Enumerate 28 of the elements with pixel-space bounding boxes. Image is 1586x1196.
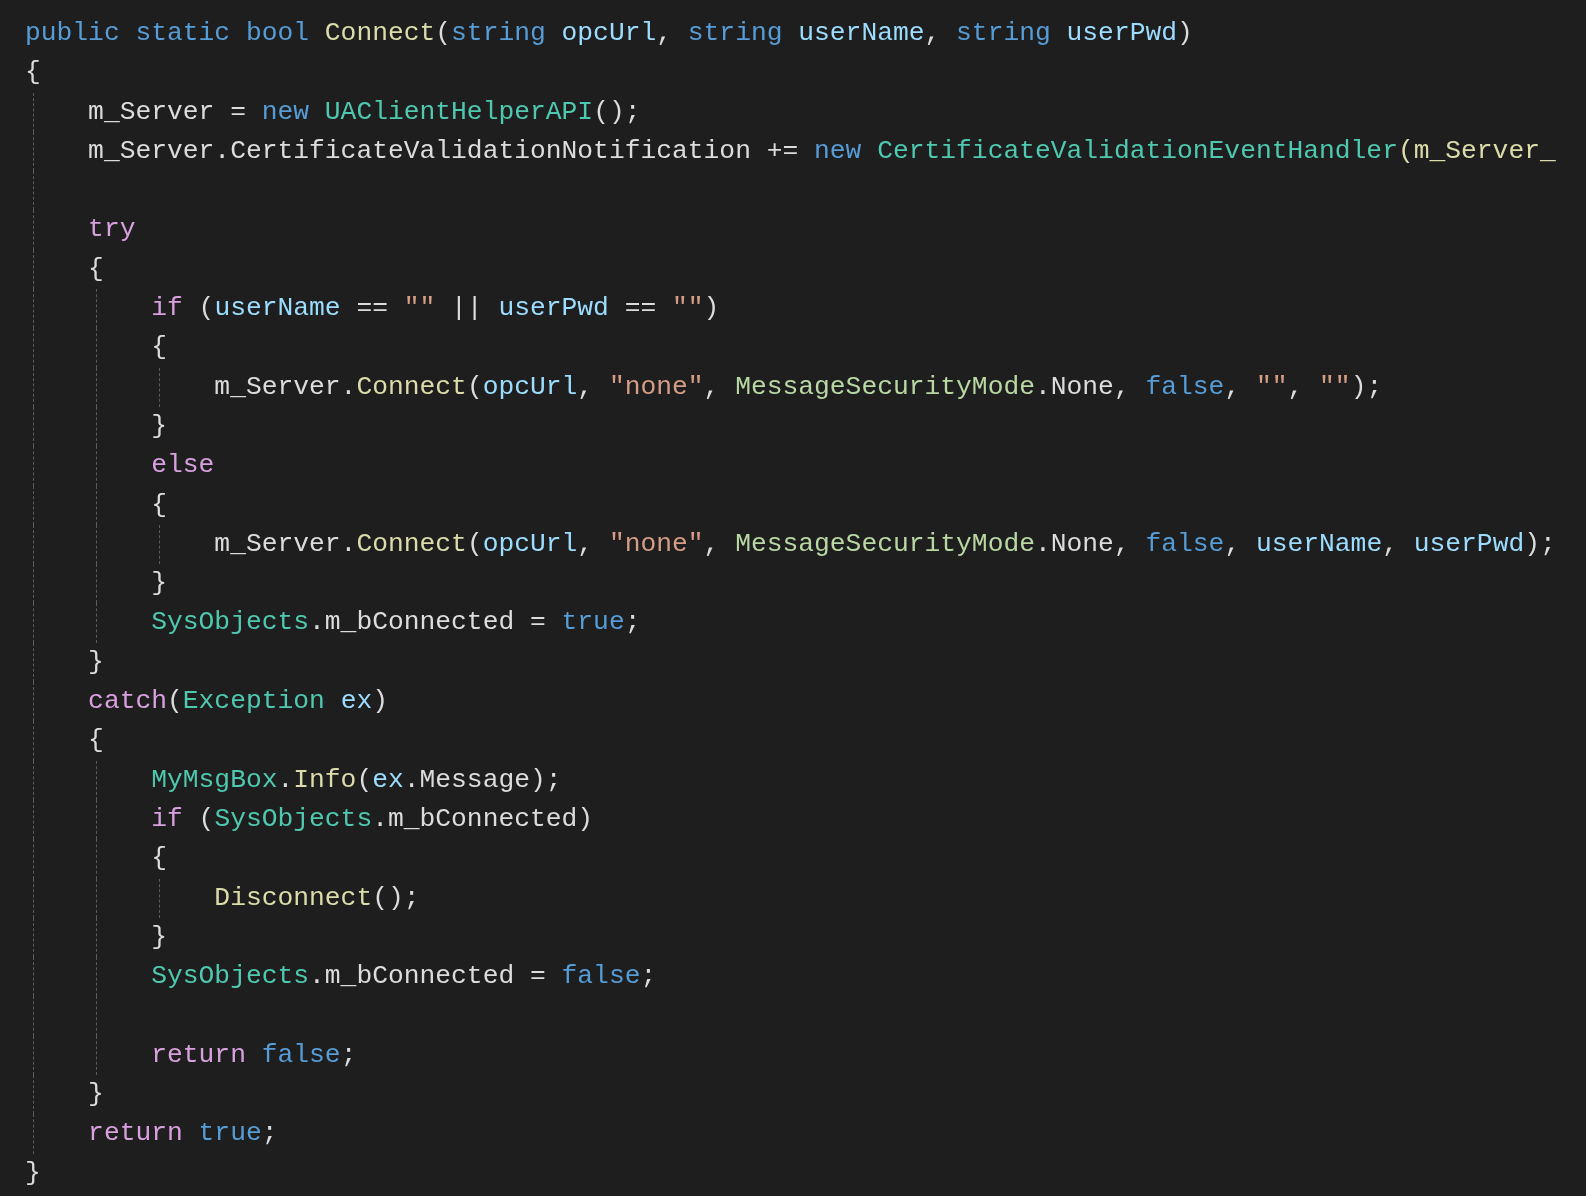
code-line: } [25,1157,41,1188]
code-line: else [150,450,215,481]
code-line: Disconnect(); [213,882,420,913]
code-line: } [150,410,168,441]
code-line: SysObjects.m_bConnected = false; [150,961,657,992]
code-line: try [87,214,136,245]
code-line: SysObjects.m_bConnected = true; [150,607,641,638]
code-line: { [87,253,104,284]
code-line: public static bool Connect(string opcUrl, string userName, string userPwd) [25,18,1193,48]
code-line: } [150,568,168,599]
code-line: MyMsgBox.Info(ex.Message); [150,764,562,795]
code-line: if (userName == "" || userPwd == "") [150,293,720,324]
code-line: return false; [150,1039,357,1070]
code-line: { [150,332,168,363]
code-line: { [25,57,41,88]
code-line: { [87,725,104,756]
code-line: { [150,843,168,874]
code-line: catch(Exception ex) [87,686,388,717]
code-line: } [87,646,104,677]
code-line: } [150,921,168,952]
code-line: m_Server.CertificateValidationNotification += new CertificateValidationEventHandler(m_Server_ [87,135,1556,166]
code-line: if (SysObjects.m_bConnected) [150,803,594,834]
code-line: m_Server = new UAClientHelperAPI(); [87,96,641,127]
code-line: } [87,1079,104,1109]
code-line: { [150,489,168,520]
code-line: m_Server.Connect(opcUrl, "none", MessageSecurityMode.None, false, userName, userPwd); [213,528,1556,559]
code-line: m_Server.Connect(opcUrl, "none", MessageSecurityMode.None, false, "", ""); [213,371,1383,402]
code-line: return true; [87,1118,278,1149]
